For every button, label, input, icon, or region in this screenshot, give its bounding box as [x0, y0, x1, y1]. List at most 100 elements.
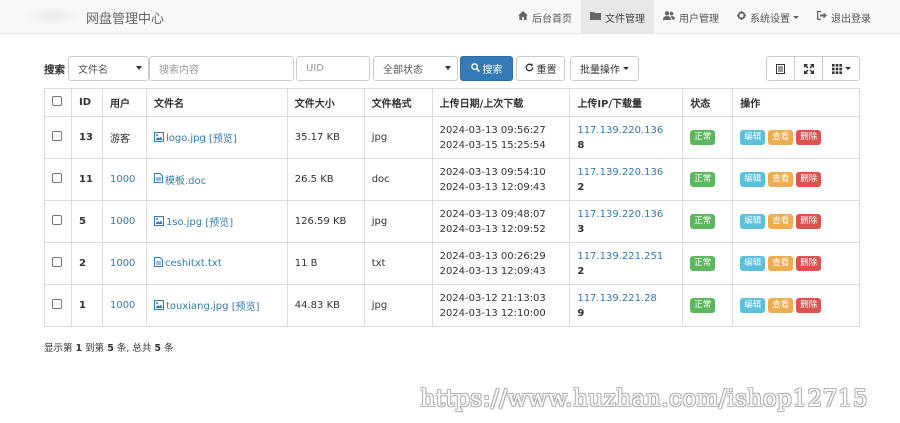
file-link[interactable]: touxiang.jpg: [153, 300, 229, 313]
cell-status: 正常: [682, 242, 734, 285]
reset-button[interactable]: 重置: [516, 56, 565, 81]
col-header-user[interactable]: 用户: [101, 88, 147, 117]
cell-user: 1000: [101, 158, 147, 201]
batch-actions-button[interactable]: 批量操作: [570, 56, 639, 81]
cell-id: 1: [70, 284, 103, 327]
col-header-ip[interactable]: 上传IP/下载量: [569, 88, 684, 117]
user-link[interactable]: 1000: [110, 216, 135, 227]
view-button[interactable]: 查看: [768, 130, 794, 145]
upload-ip-link[interactable]: 117.139.221.251: [577, 249, 675, 264]
delete-button[interactable]: 删除: [796, 256, 822, 271]
col-header-filename[interactable]: 文件名: [145, 88, 288, 117]
status-badge[interactable]: 正常: [690, 172, 716, 187]
uid-input[interactable]: UID: [296, 56, 370, 81]
status-select[interactable]: 全部状态: [373, 56, 458, 81]
view-button[interactable]: 查看: [768, 172, 794, 187]
file-link[interactable]: 1so.jpg: [153, 216, 202, 229]
select-all-checkbox[interactable]: [52, 96, 62, 106]
user-link[interactable]: 1000: [110, 258, 135, 269]
delete-button[interactable]: 删除: [796, 172, 822, 187]
cell-ip: 117.139.221.251 2: [569, 242, 684, 285]
search-button[interactable]: 搜索: [460, 56, 513, 81]
row-checkbox[interactable]: [52, 131, 62, 141]
row-select-cell: [44, 242, 72, 285]
fullscreen-button[interactable]: [794, 56, 823, 81]
row-select-cell: [44, 200, 72, 243]
status-badge[interactable]: 正常: [690, 256, 716, 271]
download-count: 2: [577, 265, 585, 277]
view-button[interactable]: 查看: [768, 214, 794, 229]
row-checkbox[interactable]: [52, 215, 62, 225]
logo: [26, 8, 80, 24]
file-link[interactable]: 模板.doc: [153, 172, 206, 187]
pagination-summary: 显示第 1 到第 5 条, 总共 5 条: [44, 340, 174, 354]
preview-link[interactable]: [预览]: [209, 134, 237, 145]
button-label: 重置: [536, 65, 557, 76]
upload-ip-link[interactable]: 117.139.220.136: [577, 123, 675, 138]
search-toolbar: 搜索 文件名 搜索内容 UID 全部状态 搜索 重置 批量操作: [44, 56, 860, 82]
upload-ip-link[interactable]: 117.139.221.28: [577, 291, 675, 306]
col-header-size[interactable]: 文件大小: [286, 88, 365, 117]
delete-button[interactable]: 删除: [796, 214, 822, 229]
edit-button[interactable]: 编辑: [740, 130, 766, 145]
summary-text: 到第: [82, 343, 108, 354]
status-badge[interactable]: 正常: [690, 214, 716, 229]
upload-ip-link[interactable]: 117.139.220.136: [577, 207, 675, 222]
nav-item-logout[interactable]: 退出登录: [808, 0, 880, 34]
file-link[interactable]: logo.jpg: [153, 132, 206, 145]
delete-button[interactable]: 删除: [796, 298, 822, 313]
search-field-select[interactable]: 文件名: [68, 56, 149, 81]
col-header-id[interactable]: ID: [70, 88, 103, 117]
upload-date: 2024-03-13 00:26:29: [439, 250, 546, 262]
status-badge[interactable]: 正常: [690, 298, 716, 313]
file-name: logo.jpg: [165, 133, 206, 144]
edit-button[interactable]: 编辑: [740, 214, 766, 229]
watermark: https://www.huzhan.com/ishop12715: [420, 386, 868, 412]
cell-dates: 2024-03-12 21:13:03 2024-03-13 12:10:00: [431, 284, 571, 327]
button-label: 批量操作: [580, 65, 620, 76]
user-link[interactable]: 1000: [110, 300, 135, 311]
file-link[interactable]: ceshitxt.txt: [153, 257, 222, 270]
view-button[interactable]: 查看: [768, 256, 794, 271]
upload-date: 2024-03-12 21:13:03: [439, 292, 546, 304]
edit-button[interactable]: 编辑: [740, 256, 766, 271]
cell-user: 1000: [101, 242, 147, 285]
status-badge[interactable]: 正常: [690, 130, 716, 145]
cell-size: 11 B: [286, 242, 365, 285]
cell-filename: 模板.doc: [145, 158, 288, 201]
delete-button[interactable]: 删除: [796, 130, 822, 145]
edit-button[interactable]: 编辑: [740, 298, 766, 313]
nav-item-files[interactable]: 文件管理: [581, 0, 654, 34]
preview-link[interactable]: [预览]: [232, 302, 260, 313]
nav-item-home[interactable]: 后台首页: [509, 0, 581, 34]
cell-actions: 编辑 查看 删除: [732, 242, 860, 285]
refresh-icon: [525, 62, 534, 75]
upload-ip-link[interactable]: 117.139.220.136: [577, 165, 675, 180]
col-header-dates[interactable]: 上传日期/上次下载: [431, 88, 571, 117]
cell-dates: 2024-03-13 09:48:07 2024-03-13 12:09:52: [431, 200, 571, 243]
cell-filename: 1so.jpg [预览]: [145, 200, 288, 243]
row-checkbox[interactable]: [52, 299, 62, 309]
columns-button[interactable]: [822, 56, 860, 81]
col-header-status[interactable]: 状态: [682, 88, 734, 117]
chevron-down-icon: [136, 66, 142, 70]
user-link[interactable]: 1000: [110, 174, 135, 185]
view-button[interactable]: 查看: [768, 298, 794, 313]
nav-label: 后台首页: [532, 13, 572, 25]
row-checkbox[interactable]: [52, 257, 62, 267]
table-row: 5 1000 1so.jpg [预览] 126.59 KB jpg 2024-03-13 …: [44, 200, 860, 243]
toggle-view-button[interactable]: [766, 56, 795, 81]
edit-button[interactable]: 编辑: [740, 172, 766, 187]
nav-item-users[interactable]: 用户管理: [654, 0, 728, 34]
row-checkbox[interactable]: [52, 173, 62, 183]
nav-item-settings[interactable]: 系统设置: [728, 0, 808, 34]
col-header-format[interactable]: 文件格式: [363, 88, 433, 117]
preview-link[interactable]: [预览]: [205, 218, 233, 229]
last-download-date: 2024-03-13 12:10:00: [439, 307, 546, 319]
summary-text: 条: [161, 343, 174, 354]
top-navbar: 网盘管理中心 后台首页 文件管理 用户管理 系统设置 退出登录: [0, 0, 900, 34]
search-input[interactable]: 搜索内容: [149, 56, 294, 81]
cell-ip: 117.139.220.136 8: [569, 116, 684, 159]
gear-icon: [737, 11, 746, 23]
summary-text: 显示第: [44, 343, 76, 354]
